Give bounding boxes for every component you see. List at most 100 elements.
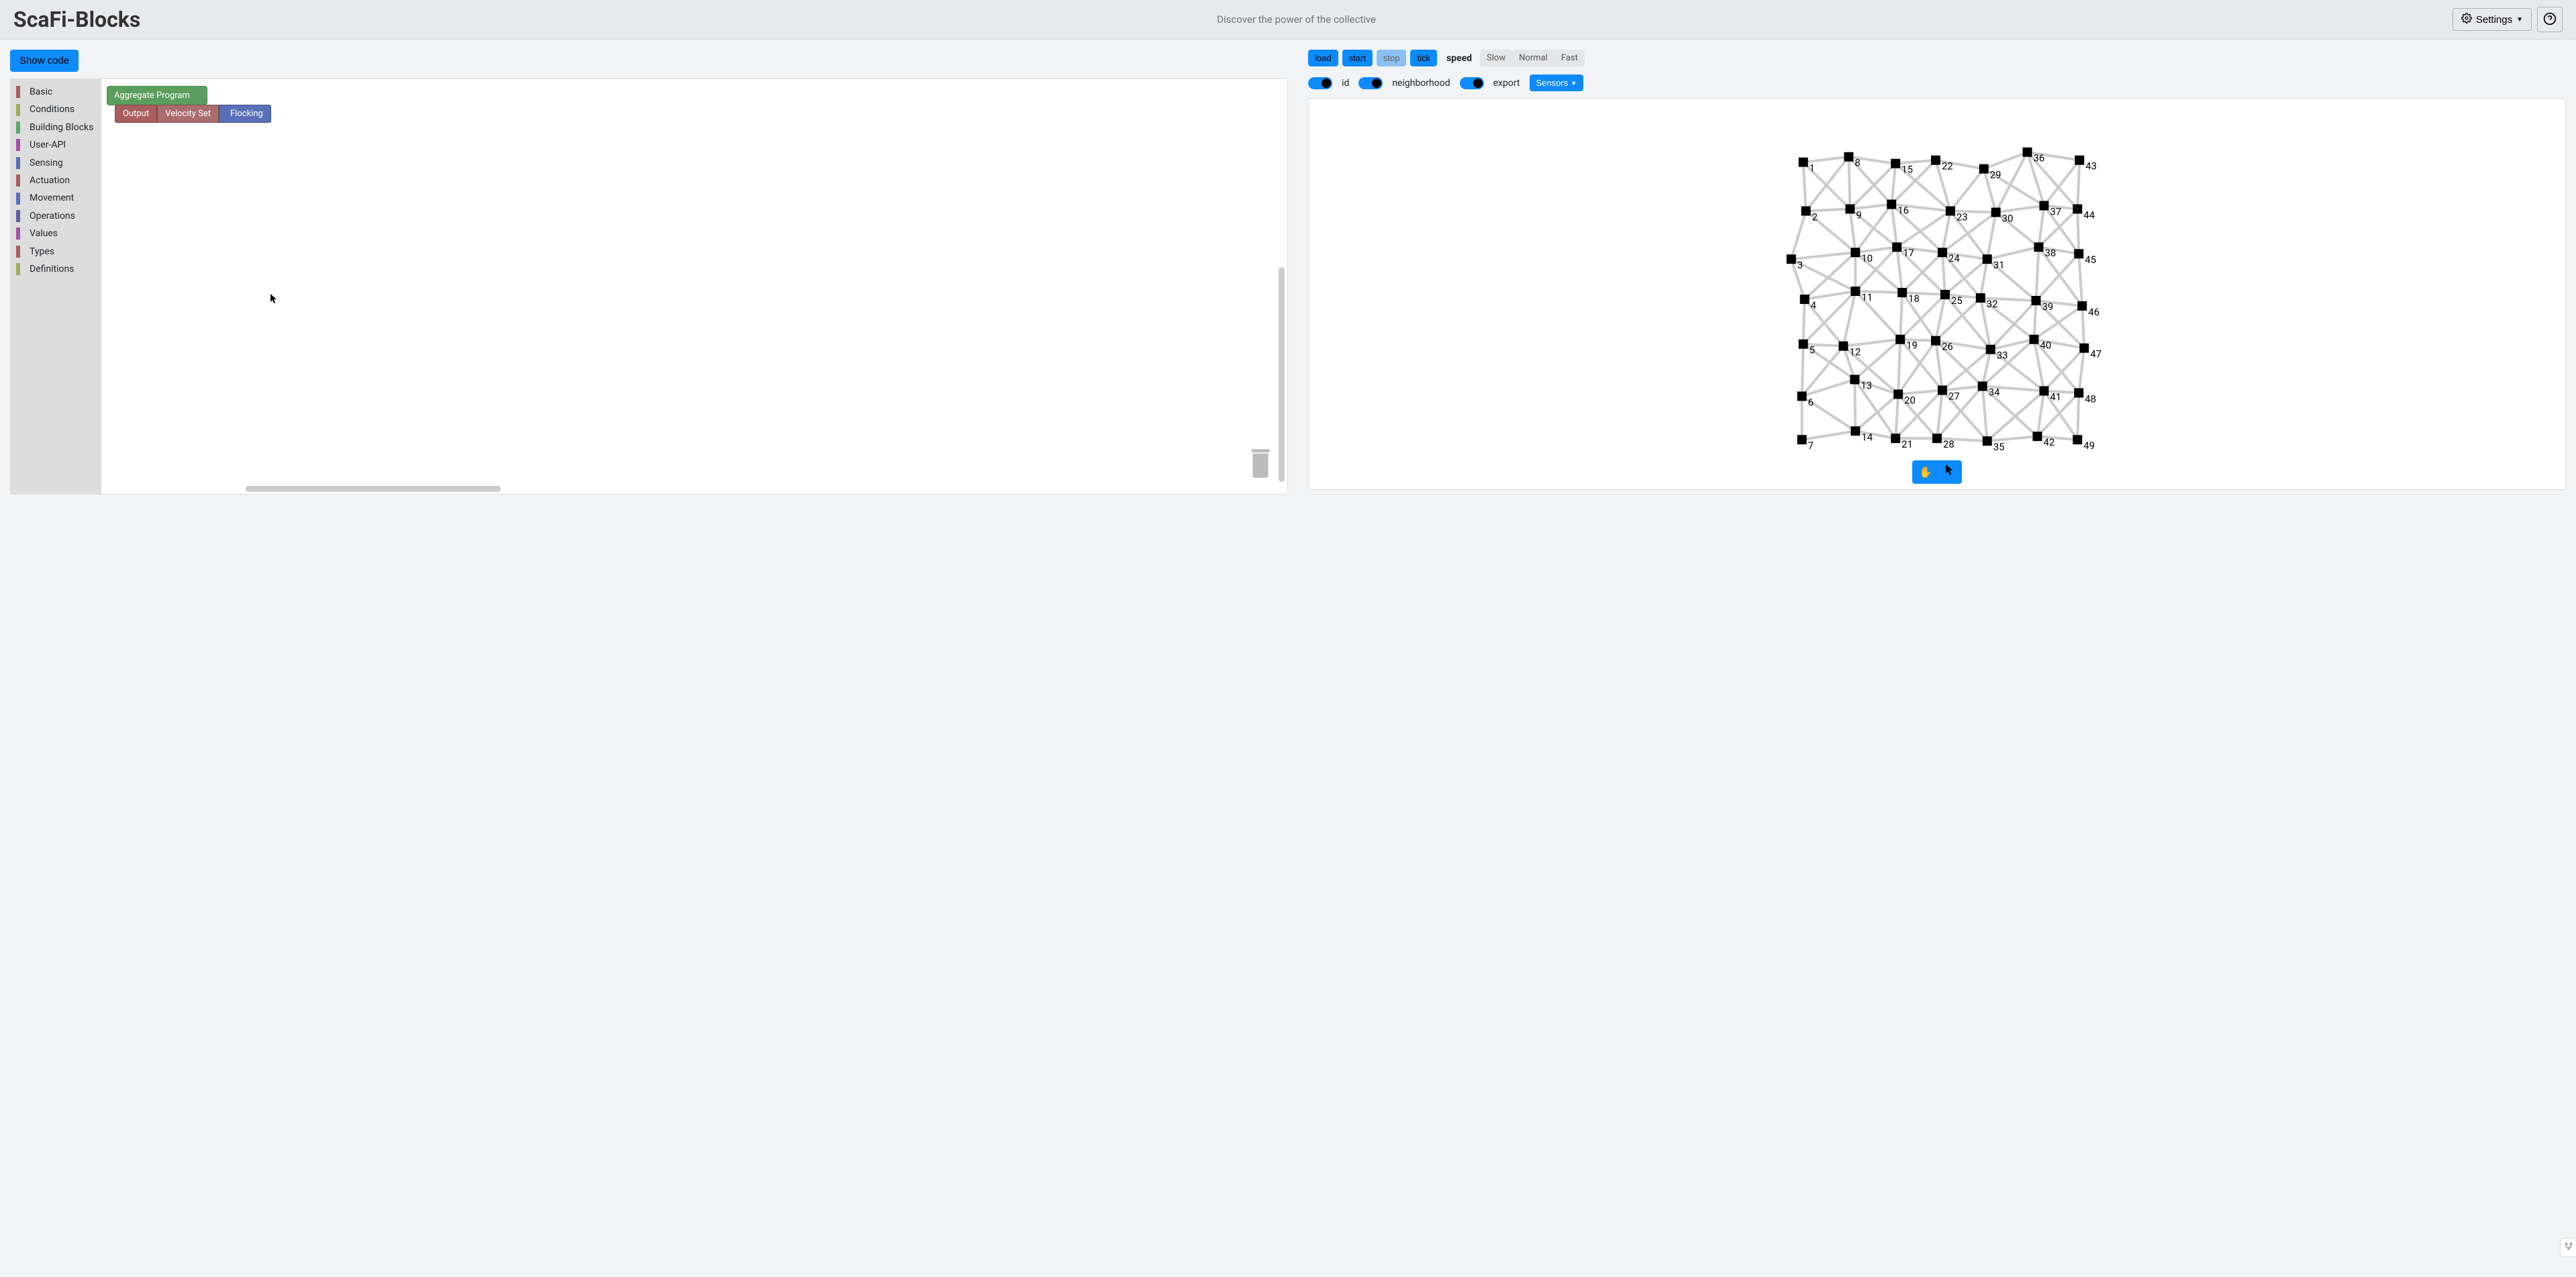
graph-node[interactable] bbox=[1986, 345, 1995, 354]
graph-node[interactable] bbox=[1938, 386, 1947, 395]
branch-tab[interactable] bbox=[2560, 1238, 2576, 1257]
graph-node[interactable] bbox=[2079, 344, 2089, 353]
vertical-scrollbar[interactable] bbox=[1279, 267, 1285, 482]
graph-node[interactable] bbox=[1850, 287, 1860, 296]
graph-edge bbox=[2077, 209, 2079, 254]
id-toggle[interactable] bbox=[1308, 77, 1332, 89]
graph-node[interactable] bbox=[2077, 301, 2087, 311]
graph-node[interactable] bbox=[1891, 159, 1900, 168]
graph-node[interactable] bbox=[2073, 435, 2082, 444]
toolbox-item-types[interactable]: Types bbox=[11, 243, 101, 260]
graph-node[interactable] bbox=[1983, 436, 1992, 446]
toolbox-item-conditions[interactable]: Conditions bbox=[11, 101, 101, 118]
graph-node[interactable] bbox=[1845, 204, 1854, 213]
toolbox-item-definitions[interactable]: Definitions bbox=[11, 260, 101, 278]
simulation-canvas[interactable]: 1815222936432916233037443101724313845411… bbox=[1308, 98, 2566, 490]
graph-node-label: 30 bbox=[2002, 212, 2014, 224]
block-aggregate-program[interactable]: Aggregate Program bbox=[107, 86, 207, 105]
graph-node[interactable] bbox=[2033, 431, 2042, 441]
category-color-swatch bbox=[16, 210, 20, 222]
trash-icon[interactable] bbox=[1247, 447, 1274, 480]
sensors-button[interactable]: Sensors ▼ bbox=[1530, 74, 1584, 91]
graph-node[interactable] bbox=[1787, 254, 1796, 264]
graph-node[interactable] bbox=[1799, 340, 1808, 349]
graph-edge bbox=[1942, 252, 1945, 295]
graph-node[interactable] bbox=[1892, 242, 1901, 252]
graph-node[interactable] bbox=[1800, 295, 1810, 304]
graph-node[interactable] bbox=[1932, 433, 1942, 443]
start-button[interactable]: start bbox=[1342, 50, 1373, 66]
category-color-swatch bbox=[16, 263, 20, 275]
blockly-canvas[interactable]: Aggregate Program Output Velocity Set Fl… bbox=[101, 79, 1287, 494]
toolbox-item-operations[interactable]: Operations bbox=[11, 207, 101, 225]
graph-node[interactable] bbox=[1850, 248, 1860, 257]
graph-edge bbox=[1843, 291, 1855, 346]
graph-node[interactable] bbox=[2074, 389, 2083, 398]
toolbox-item-building-blocks[interactable]: Building Blocks bbox=[11, 119, 101, 136]
block-velocity-set[interactable]: Velocity Set bbox=[157, 105, 219, 123]
graph-node[interactable] bbox=[2074, 249, 2083, 258]
graph-node[interactable] bbox=[1938, 248, 1947, 257]
speed-option-fast[interactable]: Fast bbox=[1554, 50, 1585, 66]
graph-node[interactable] bbox=[2039, 387, 2048, 396]
graph-node[interactable] bbox=[1799, 158, 1808, 167]
toolbox-item-actuation[interactable]: Actuation bbox=[11, 172, 101, 189]
stop-button[interactable]: stop bbox=[1377, 50, 1407, 66]
graph-node[interactable] bbox=[1895, 335, 1905, 344]
graph-node-label: 47 bbox=[2090, 348, 2101, 360]
graph-node[interactable] bbox=[1978, 382, 1987, 391]
graph-node[interactable] bbox=[1946, 206, 1955, 215]
graph-node[interactable] bbox=[2023, 148, 2032, 157]
tick-button[interactable]: tick bbox=[1410, 50, 1437, 66]
graph-node[interactable] bbox=[1850, 426, 1860, 436]
graph-node[interactable] bbox=[1850, 375, 1859, 385]
graph-node[interactable] bbox=[1931, 336, 1940, 346]
show-code-button[interactable]: Show code bbox=[10, 50, 79, 72]
speed-option-normal[interactable]: Normal bbox=[1512, 50, 1554, 66]
toolbox-item-sensing[interactable]: Sensing bbox=[11, 154, 101, 172]
graph-edge bbox=[2082, 306, 2084, 348]
speed-option-slow[interactable]: Slow bbox=[1480, 50, 1512, 66]
pan-button[interactable]: ✋ bbox=[1912, 460, 1939, 484]
toolbox-item-basic[interactable]: Basic bbox=[11, 83, 101, 101]
graph-node[interactable] bbox=[1887, 199, 1896, 209]
load-button[interactable]: load bbox=[1308, 50, 1338, 66]
toolbox-item-user-api[interactable]: User-API bbox=[11, 136, 101, 154]
graph-node[interactable] bbox=[1940, 290, 1950, 299]
toolbox-item-values[interactable]: Values bbox=[11, 225, 101, 242]
graph-node[interactable] bbox=[1991, 207, 2001, 217]
graph-node[interactable] bbox=[2030, 335, 2039, 344]
graph-node[interactable] bbox=[1844, 152, 1853, 162]
block-flocking[interactable]: Flocking bbox=[219, 105, 271, 123]
graph-edge bbox=[1843, 340, 1900, 346]
settings-button[interactable]: Settings ▼ bbox=[2453, 8, 2532, 31]
neighborhood-toggle[interactable] bbox=[1358, 77, 1383, 89]
graph-node[interactable] bbox=[1983, 254, 1992, 264]
export-toggle[interactable] bbox=[1460, 77, 1484, 89]
select-button[interactable] bbox=[1939, 460, 1962, 484]
graph-node-label: 17 bbox=[1903, 247, 1914, 259]
toolbox-item-movement[interactable]: Movement bbox=[11, 189, 101, 207]
graph-node[interactable] bbox=[1801, 206, 1811, 215]
graph-node-label: 13 bbox=[1861, 380, 1872, 392]
help-button[interactable] bbox=[2537, 7, 2563, 32]
graph-node[interactable] bbox=[1891, 433, 1900, 443]
graph-node[interactable] bbox=[1979, 164, 1989, 174]
block-output[interactable]: Output bbox=[115, 105, 157, 123]
graph-node[interactable] bbox=[2034, 242, 2044, 252]
graph-node[interactable] bbox=[2073, 204, 2082, 213]
graph-edge bbox=[1791, 211, 1806, 259]
graph-edge bbox=[1895, 394, 1898, 438]
graph-node[interactable] bbox=[2032, 296, 2041, 305]
graph-node[interactable] bbox=[1976, 293, 1985, 303]
graph-node[interactable] bbox=[1931, 156, 1940, 165]
horizontal-scrollbar[interactable] bbox=[246, 486, 501, 492]
graph-node[interactable] bbox=[1839, 342, 1848, 351]
graph-node[interactable] bbox=[1797, 392, 1807, 401]
graph-node[interactable] bbox=[2075, 156, 2084, 165]
graph-node[interactable] bbox=[1797, 435, 1807, 444]
graph-node[interactable] bbox=[2039, 201, 2048, 210]
graph-node[interactable] bbox=[1897, 288, 1907, 297]
chevron-down-icon: ▼ bbox=[1571, 80, 1577, 87]
graph-node[interactable] bbox=[1893, 390, 1903, 399]
